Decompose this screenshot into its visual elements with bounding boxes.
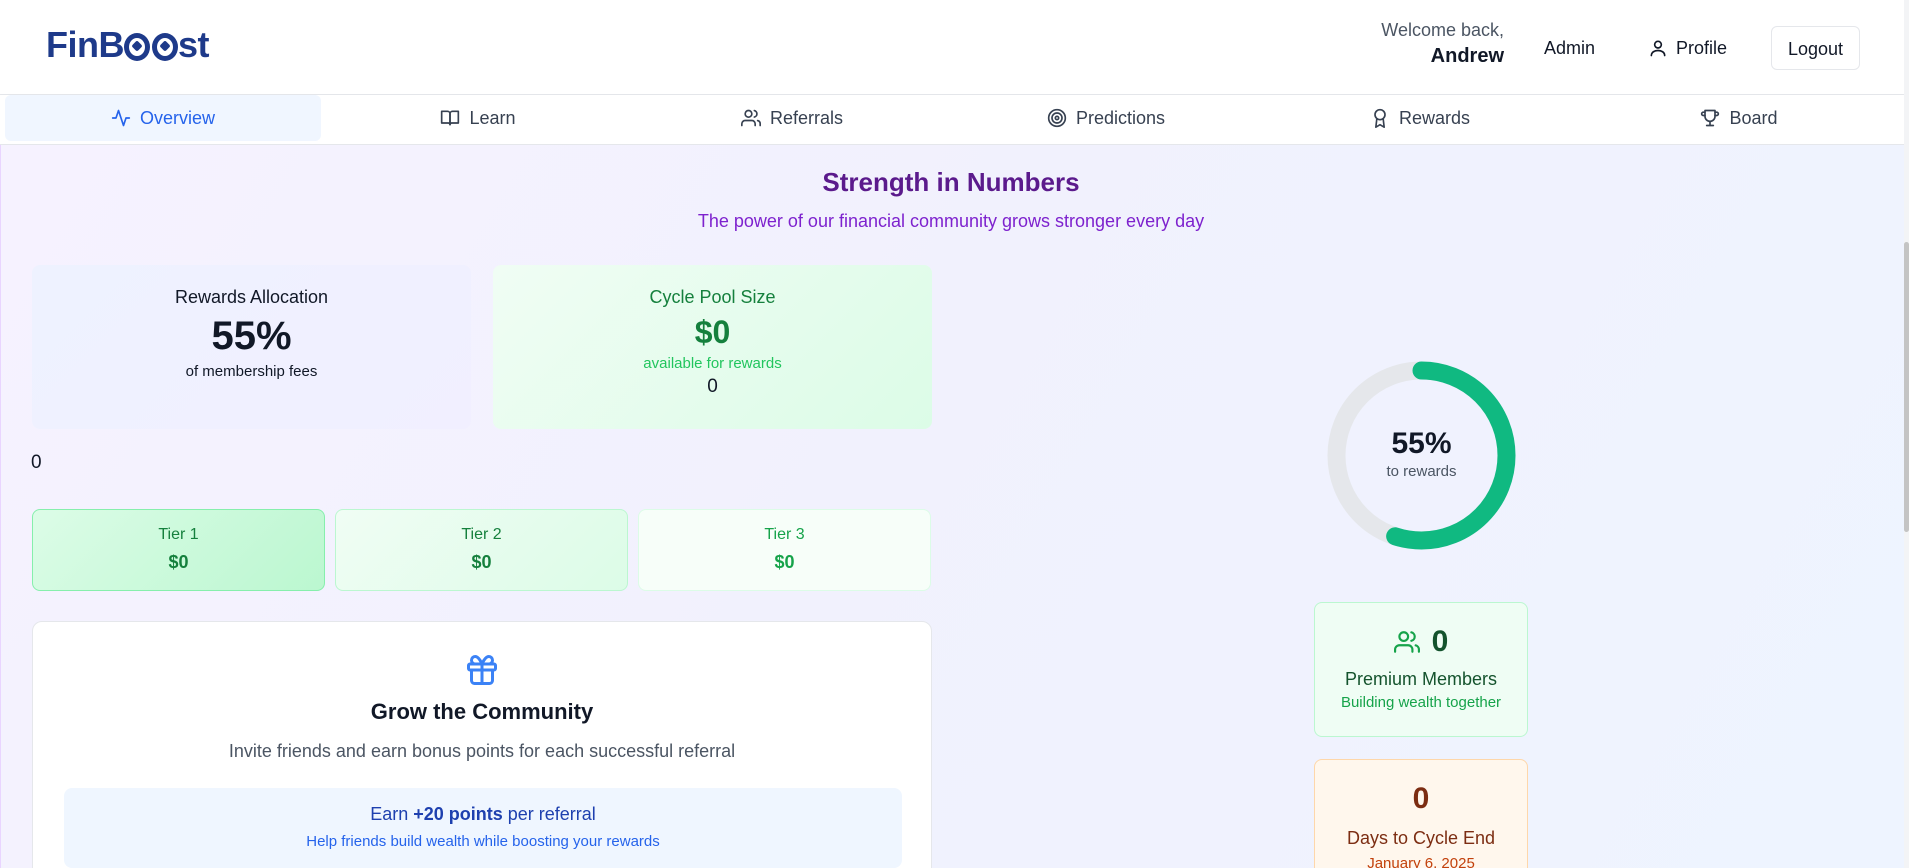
rewards-allocation-card: Rewards Allocation 55% of membership fee… — [32, 265, 471, 429]
tab-label: Rewards — [1398, 107, 1471, 128]
tier-2-card: Tier 2 $0 — [335, 509, 628, 591]
tier-1-card: Tier 1 $0 — [32, 509, 325, 591]
days-count: 0 — [1412, 782, 1430, 815]
tier-amount: $0 — [168, 552, 189, 572]
trophy-icon — [1701, 109, 1720, 127]
earn-suffix: per referral — [502, 804, 596, 824]
community-subtitle: Invite friends and earn bonus points for… — [228, 741, 736, 761]
tab-referrals[interactable]: Referrals — [635, 95, 949, 141]
grow-community-card: Grow the Community Invite friends and ea… — [32, 621, 932, 868]
cycle-pool-card: Cycle Pool Size $0 available for rewards… — [493, 265, 932, 429]
profile-label: Profile — [1676, 38, 1728, 58]
days-to-cycle-end-card: 0 Days to Cycle End January 6, 2025 — [1314, 759, 1528, 868]
stray-value: 0 — [31, 452, 42, 473]
tab-label: Learn — [469, 107, 516, 128]
members-count: 0 — [1431, 625, 1449, 658]
admin-button[interactable]: Admin — [1528, 26, 1611, 70]
page-title: Strength in Numbers — [822, 167, 1080, 197]
premium-members-card: 0 Premium Members Building wealth togeth… — [1314, 602, 1528, 737]
members-label: Premium Members — [1344, 669, 1498, 689]
days-label: Days to Cycle End — [1346, 828, 1496, 848]
cycle-end-date: January 6, 2025 — [1367, 855, 1475, 868]
tab-board[interactable]: Board — [1577, 95, 1901, 141]
tier-name: Tier 2 — [461, 526, 502, 543]
members-subtext: Building wealth together — [1340, 694, 1502, 711]
tier-3-card: Tier 3 $0 — [638, 509, 931, 591]
tab-label: Overview — [139, 107, 215, 128]
referral-bonus-subtext: Help friends build wealth while boosting… — [306, 833, 660, 850]
tier-name: Tier 1 — [158, 526, 199, 543]
tab-label: Board — [1729, 107, 1778, 128]
tab-rewards[interactable]: Rewards — [1263, 95, 1577, 141]
award-icon — [1374, 108, 1386, 128]
top-header: FinB st Welcome back, Andrew Admin Profil… — [0, 0, 1904, 95]
card-value: 55% — [211, 314, 292, 358]
profile-button[interactable]: Profile — [1632, 26, 1743, 70]
card-subtext: available for rewards — [643, 355, 782, 372]
card-subtext: of membership fees — [185, 363, 318, 380]
referral-bonus-text: Earn +20 points per referral — [64, 804, 902, 825]
page-subtitle: The power of our financial community gro… — [697, 211, 1205, 231]
earn-prefix: Earn — [370, 804, 414, 824]
donut-label: to rewards — [1386, 463, 1457, 480]
logo-rings-icon — [123, 33, 178, 61]
card-extra-value: 0 — [707, 376, 718, 397]
donut-percent: 55% — [1391, 427, 1452, 460]
tab-label: Referrals — [769, 107, 844, 128]
welcome-line: Welcome back, — [1381, 20, 1504, 40]
overview-panel: Strength in Numbers The power of our fin… — [0, 145, 1904, 868]
finboost-logo[interactable]: FinB st — [46, 24, 210, 66]
logout-button[interactable]: Logout — [1771, 26, 1861, 70]
card-title: Rewards Allocation — [174, 287, 329, 307]
donut-center-label: 55% to rewards — [1319, 427, 1524, 480]
tab-overview[interactable]: Overview — [5, 95, 321, 141]
main-tabs: Overview Learn Referrals Predictions Rew… — [0, 95, 1904, 145]
tab-learn[interactable]: Learn — [321, 95, 635, 141]
scrollbar-thumb[interactable] — [1904, 242, 1909, 532]
earn-points: +20 points — [413, 804, 503, 824]
card-value: $0 — [694, 314, 731, 350]
user-icon — [1650, 40, 1666, 57]
members-count-row: 0 — [1315, 625, 1527, 659]
tab-predictions[interactable]: Predictions — [949, 95, 1263, 141]
welcome-message: Welcome back, Andrew — [1381, 20, 1504, 68]
tier-name: Tier 3 — [764, 526, 805, 543]
card-title: Cycle Pool Size — [649, 287, 776, 307]
book-icon — [441, 110, 460, 126]
tab-label: Predictions — [1075, 107, 1166, 128]
gift-icon — [464, 652, 500, 693]
users-icon — [740, 109, 761, 127]
tier-amount: $0 — [471, 552, 492, 572]
community-title: Grow the Community — [370, 699, 594, 724]
users-icon — [1393, 631, 1420, 653]
activity-icon — [111, 109, 131, 127]
user-name: Andrew — [1430, 45, 1504, 67]
referral-bonus-box: Earn +20 points per referral Help friend… — [64, 788, 902, 868]
target-icon — [1047, 108, 1067, 128]
tier-amount: $0 — [774, 552, 795, 572]
